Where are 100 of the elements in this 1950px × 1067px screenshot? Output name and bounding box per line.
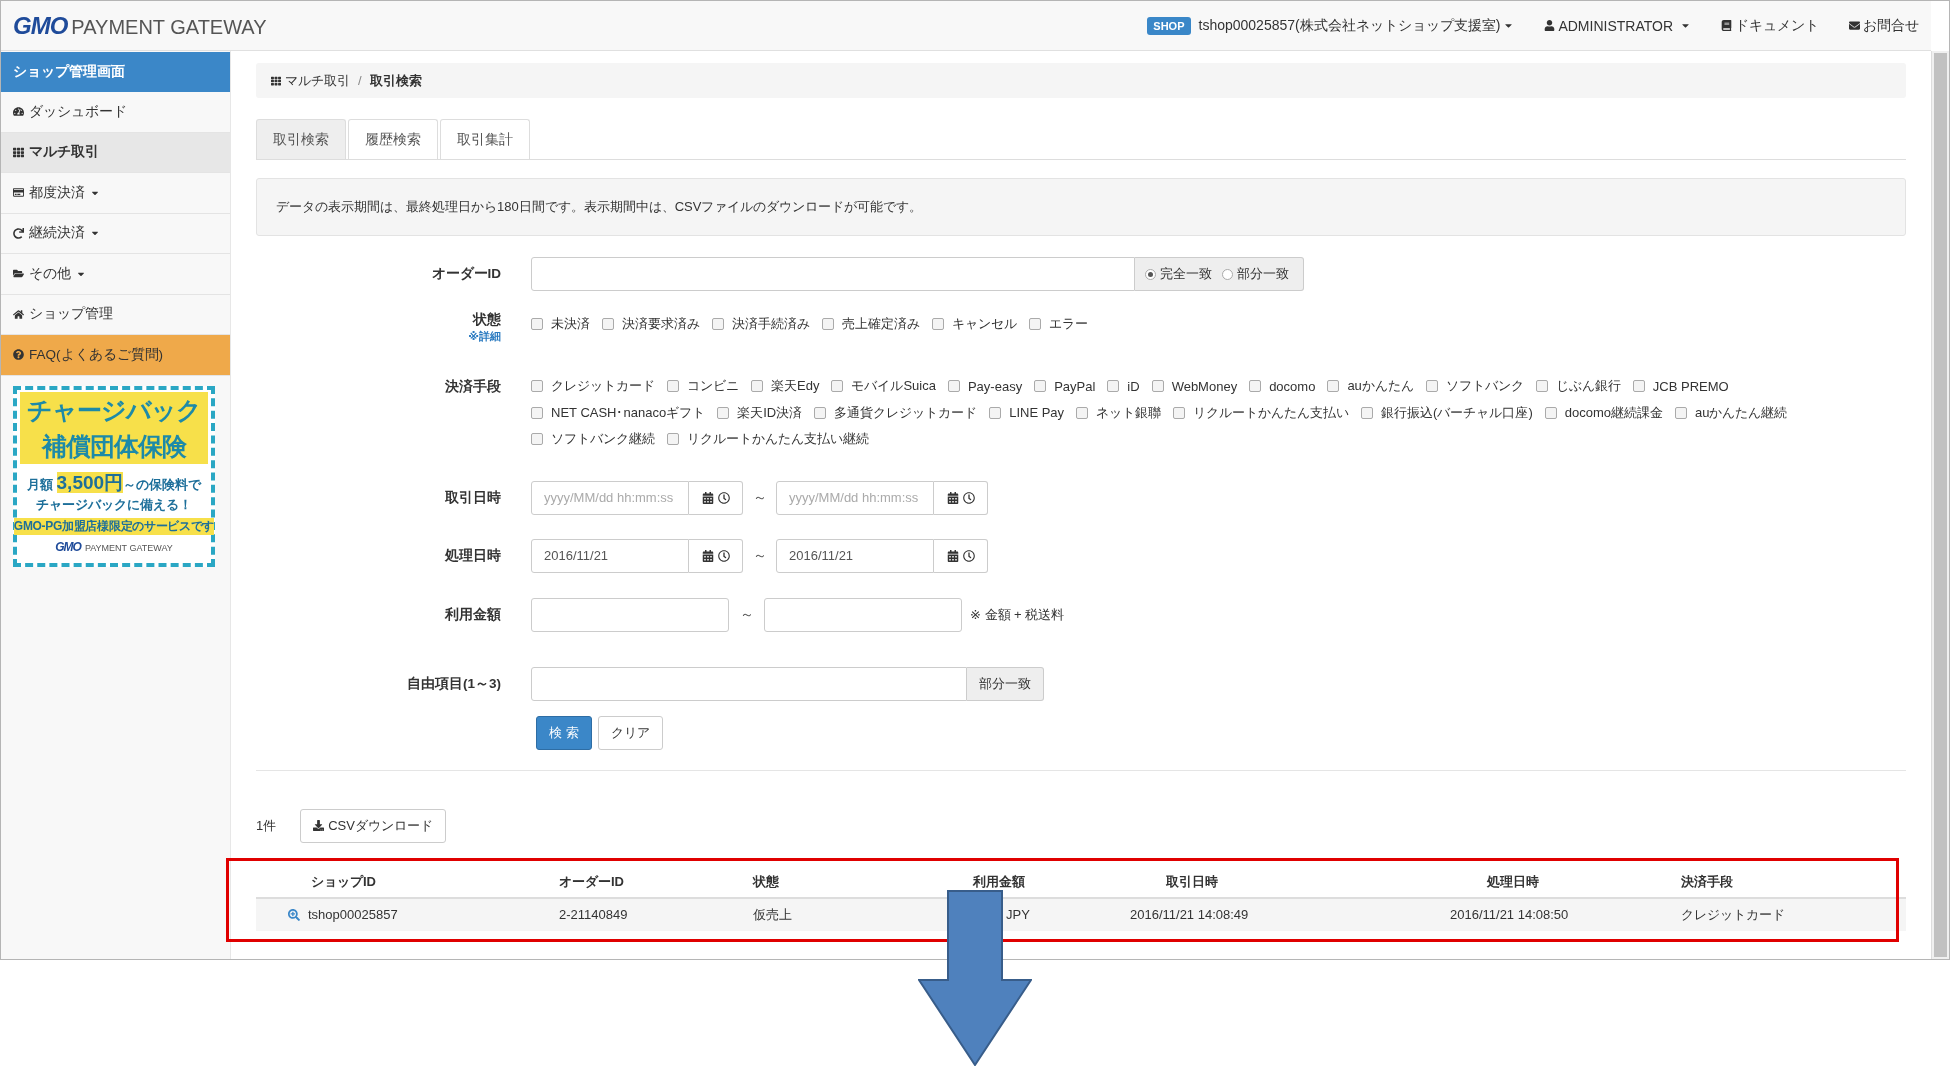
calendar-icon <box>946 549 959 562</box>
checkbox-option[interactable]: 銀行振込(バーチャル口座) <box>1361 403 1533 422</box>
clock-icon <box>962 491 975 504</box>
checkbox-option[interactable]: iD <box>1107 378 1140 394</box>
breadcrumb-separator: / <box>358 73 362 88</box>
sidebar-item[interactable]: マルチ取引 <box>1 132 230 173</box>
column-header: 決済手段 <box>1681 872 1734 891</box>
grid-icon <box>271 75 281 86</box>
checkbox-option[interactable]: WebMoney <box>1151 378 1238 394</box>
calendar-icon <box>701 491 714 504</box>
checkbox-option[interactable]: リクルートかんたん支払い <box>1173 403 1350 422</box>
checkbox-option[interactable]: 未決済 <box>531 315 590 334</box>
table-cell: tshop00025857 <box>308 907 398 922</box>
field-label: 処理日時 <box>445 546 501 565</box>
zoom-icon[interactable] <box>288 908 300 921</box>
table-cell-text: 2016/11/21 14:08:50 <box>1449 907 1570 922</box>
column-header: 利用金額 <box>972 872 1026 891</box>
column-header: オーダーID <box>558 872 625 891</box>
clock-icon <box>962 549 975 562</box>
sidebar-title: ショップ管理画面 <box>1 52 230 92</box>
search-button[interactable]: 検 索 <box>536 715 592 750</box>
folder-icon <box>13 268 24 280</box>
clock-icon <box>717 491 730 504</box>
checkbox-option[interactable]: docomo <box>1249 378 1316 394</box>
radio-option[interactable]: 完全一致 <box>1145 265 1212 283</box>
checkbox-option[interactable]: 決済要求済み <box>602 315 700 334</box>
checkbox-option[interactable]: LINE Pay <box>989 405 1065 421</box>
sidebar-item[interactable]: ダッシュボード <box>1 92 230 133</box>
match-addon[interactable]: 部分一致 <box>967 666 1044 701</box>
checkbox-option[interactable]: PayPal <box>1034 378 1096 394</box>
tab[interactable]: 取引検索 <box>256 119 346 159</box>
checkbox-option[interactable]: キャンセル <box>932 315 1017 334</box>
checkbox-option[interactable]: docomo継続課金 <box>1544 403 1663 422</box>
sidebar-item[interactable]: その他 <box>1 254 230 295</box>
shop-menu[interactable]: tshop00025857(株式会社ネットショップ支援室) <box>1198 16 1515 35</box>
checkbox-option[interactable]: Pay-easy <box>947 378 1023 394</box>
checkbox-option[interactable]: 売上確定済み <box>822 315 920 334</box>
checkbox-option[interactable]: 決済手続済み <box>712 315 810 334</box>
date-picker-addon[interactable] <box>934 538 988 573</box>
checkbox-option[interactable]: auかんたん継続 <box>1675 403 1788 422</box>
checkbox-option[interactable]: モバイルSuica <box>831 377 936 396</box>
gauge-icon <box>13 106 24 118</box>
header-link[interactable]: ドキュメント <box>1721 16 1819 35</box>
checkbox-option[interactable]: じぶん銀行 <box>1535 377 1621 396</box>
field-label: 利用金額 <box>445 605 501 624</box>
range-separator: ～ <box>751 488 768 507</box>
amount-field[interactable] <box>764 597 962 632</box>
date-field[interactable]: yyyy/MM/dd hh:mm:ss <box>531 480 689 515</box>
free-item-field[interactable] <box>531 666 967 701</box>
checkbox-option[interactable]: NET CASH･nanacoギフト <box>531 403 706 422</box>
amount-field[interactable] <box>531 597 729 632</box>
calendar-icon <box>946 491 959 504</box>
field-label: 状態 <box>473 311 501 329</box>
ad-banner[interactable]: チャージバック 補償団体保険 月額 3,500円～の保険料で チャージバックに備える！ GMO-PG加盟店様限定のサービスです GMO PAYMENT GATEWAY <box>13 385 215 567</box>
checkbox-option[interactable]: ネット銀聯 <box>1076 403 1162 422</box>
sidebar-item[interactable]: 都度決済 <box>1 173 230 214</box>
detail-link[interactable]: ※詳細 <box>468 329 501 344</box>
csv-download-button[interactable]: CSVダウンロード <box>300 808 446 843</box>
clear-button[interactable]: クリア <box>597 715 663 750</box>
amount-note: ※ 金額 + 税送料 <box>970 605 1065 624</box>
sidebar-item[interactable]: 継続決済 <box>1 213 230 254</box>
checkbox-option[interactable]: auかんたん <box>1327 377 1414 396</box>
book-icon <box>1721 20 1732 31</box>
banner-logo: GMO PAYMENT GATEWAY <box>55 539 173 554</box>
table-cell-text: 仮売上 <box>752 905 793 924</box>
shop-badge: SHOP <box>1147 16 1191 35</box>
checkbox-option[interactable]: 楽天ID決済 <box>717 403 803 422</box>
checkbox-option[interactable]: ソフトバンク継続 <box>531 430 655 449</box>
checkbox-option[interactable]: コンビニ <box>667 377 739 396</box>
checkbox-option[interactable]: クレジットカード <box>531 377 655 396</box>
column-header: 処理日時 <box>1486 872 1540 891</box>
sidebar-item[interactable]: FAQ(よくあるご質問) <box>1 335 230 376</box>
info-notice: データの表示期間は、最終処理日から180日間です。表示期間中は、CSVファイルのダウンロードが可能です。 <box>256 178 1906 236</box>
table-cell-text: JPY <box>1005 907 1031 922</box>
tab[interactable]: 履歴検索 <box>348 119 438 159</box>
checkbox-option[interactable]: JCB PREMO <box>1632 378 1729 394</box>
table-cell-text: 2-21140849 <box>558 907 629 922</box>
checkbox-option[interactable]: 多通貨クレジットカード <box>814 403 978 422</box>
date-field[interactable]: 2016/11/21 <box>531 538 689 573</box>
radio-option[interactable]: 部分一致 <box>1222 265 1289 283</box>
date-picker-addon[interactable] <box>689 480 743 515</box>
result-count: 1件 <box>256 816 277 835</box>
user-menu[interactable]: ADMINISTRATOR <box>1544 17 1691 34</box>
date-field[interactable]: yyyy/MM/dd hh:mm:ss <box>776 480 934 515</box>
checkbox-option[interactable]: ソフトバンク <box>1425 377 1524 396</box>
breadcrumb-item[interactable]: 取引検索 <box>369 71 422 90</box>
header-link[interactable]: お問合せ <box>1849 16 1919 35</box>
order-id-field[interactable] <box>531 257 1135 291</box>
column-header: 状態 <box>751 872 780 891</box>
question-icon <box>13 349 24 361</box>
tab[interactable]: 取引集計 <box>440 119 530 159</box>
checkbox-option[interactable]: リクルートかんたん支払い継続 <box>667 430 869 449</box>
date-picker-addon[interactable] <box>689 538 743 573</box>
user-icon <box>1544 20 1556 31</box>
breadcrumb-item[interactable]: マルチ取引 <box>271 71 350 90</box>
clock-icon <box>717 549 730 562</box>
checkbox-option[interactable]: エラー <box>1029 315 1088 334</box>
date-picker-addon[interactable] <box>934 480 988 515</box>
checkbox-option[interactable]: 楽天Edy <box>751 377 820 396</box>
date-field[interactable]: 2016/11/21 <box>776 538 934 573</box>
